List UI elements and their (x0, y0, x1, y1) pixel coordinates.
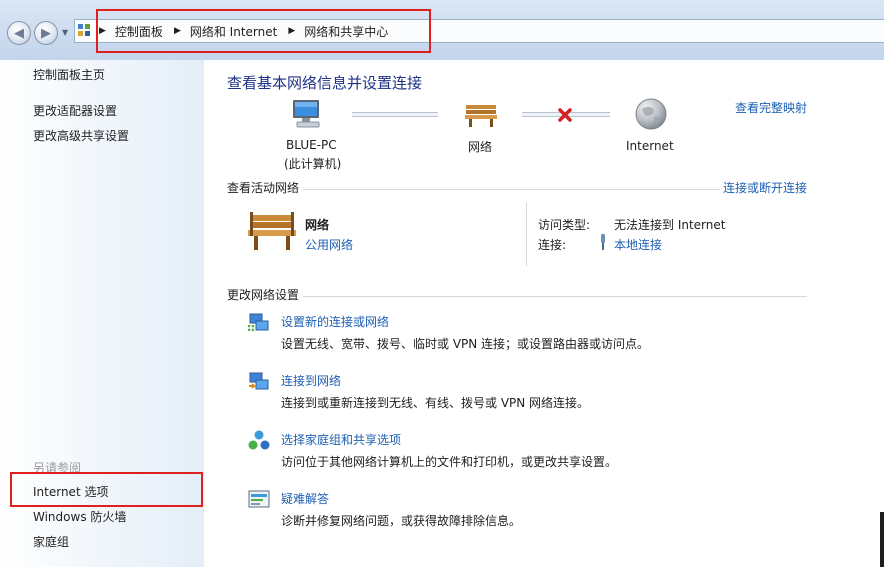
troubleshoot-link[interactable]: 疑难解答 (281, 490, 329, 507)
connection-line-computer-network (352, 112, 438, 117)
internet-globe-icon[interactable] (634, 97, 668, 131)
active-network-name: 网络 (305, 218, 330, 232)
sidebar-link-homegroup[interactable]: 家庭组 (33, 533, 69, 550)
computer-subtitle: (此计算机) (284, 157, 342, 171)
network-label: 网络 (468, 140, 493, 154)
ethernet-cable-icon (601, 234, 605, 250)
sidebar-link-advanced-sharing-settings[interactable]: 更改高级共享设置 (33, 127, 129, 144)
view-full-map-link[interactable]: 查看完整映射 (735, 99, 807, 116)
main-content: 查看基本网络信息并设置连接 查看完整映射 BLUE-PC (此计算机) 网络 I… (204, 60, 884, 567)
access-type-value: 无法连接到 Internet (614, 218, 726, 232)
forward-arrow-icon: ▶ (41, 25, 51, 41)
active-network-vertical-divider (526, 202, 527, 266)
computer-icon[interactable] (291, 98, 325, 130)
network-bench-icon[interactable] (464, 102, 498, 128)
network-location-type-link[interactable]: 公用网络 (305, 236, 353, 253)
recent-pages-dropdown-icon[interactable]: ▼ (62, 28, 68, 37)
connect-to-network-link[interactable]: 连接到网络 (281, 372, 341, 389)
disconnected-x-icon (558, 108, 572, 122)
window-edge (880, 512, 884, 567)
troubleshoot-desc: 诊断并修复网络问题，或获得故障排除信息。 (281, 514, 522, 528)
setup-new-connection-desc: 设置无线、宽带、拨号、临时或 VPN 连接；或设置路由器或访问点。 (281, 337, 650, 351)
back-button[interactable]: ◀ (7, 21, 31, 45)
sidebar-link-change-adapter-settings[interactable]: 更改适配器设置 (33, 102, 117, 119)
connect-to-network-desc: 连接到或重新连接到无线、有线、拨号或 VPN 网络连接。 (281, 396, 590, 410)
forward-button[interactable]: ▶ (34, 21, 58, 45)
setup-new-connection-link[interactable]: 设置新的连接或网络 (281, 313, 389, 330)
highlight-box-breadcrumb (96, 9, 431, 53)
back-arrow-icon: ◀ (14, 25, 24, 41)
sidebar-link-windows-firewall[interactable]: Windows 防火墙 (33, 508, 126, 525)
connections-label: 连接: (538, 238, 567, 252)
connect-disconnect-link[interactable]: 连接或断开连接 (723, 179, 807, 196)
control-panel-icon (78, 24, 92, 38)
homegroup-sharing-options-desc: 访问位于其他网络计算机上的文件和打印机，或更改共享设置。 (281, 455, 618, 469)
sidebar-link-control-panel-home[interactable]: 控制面板主页 (33, 66, 105, 83)
change-network-settings-heading: 更改网络设置 (227, 288, 300, 302)
troubleshoot-icon[interactable] (248, 489, 270, 511)
active-networks-divider (303, 189, 720, 190)
homegroup-sharing-options-link[interactable]: 选择家庭组和共享选项 (281, 431, 401, 448)
change-settings-divider (303, 296, 807, 297)
active-networks-heading: 查看活动网络 (227, 181, 300, 195)
access-type-label: 访问类型: (538, 218, 591, 232)
internet-label: Internet (626, 139, 674, 153)
page-title: 查看基本网络信息并设置连接 (227, 74, 423, 92)
setup-connection-icon[interactable] (248, 312, 270, 334)
public-network-bench-icon (248, 212, 296, 250)
highlight-box-internet-options (10, 472, 203, 507)
homegroup-sharing-icon[interactable] (248, 430, 270, 452)
computer-name: BLUE-PC (286, 138, 337, 152)
connect-to-network-icon[interactable] (248, 371, 270, 393)
local-area-connection-link[interactable]: 本地连接 (614, 236, 662, 253)
